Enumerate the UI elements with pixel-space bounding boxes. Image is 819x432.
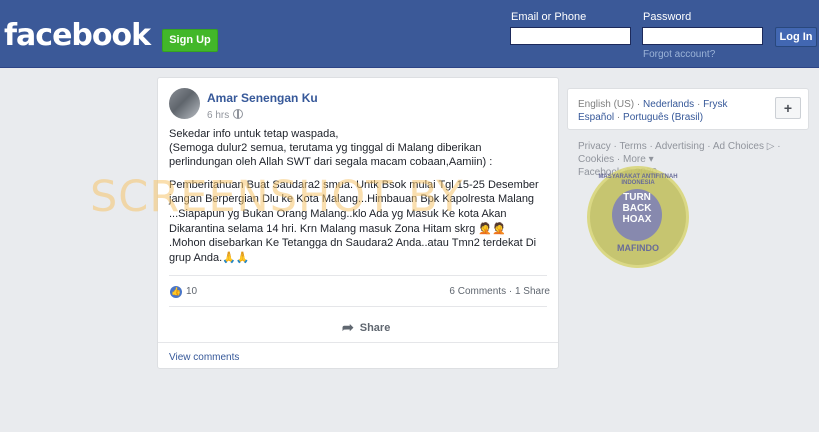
language-frysk[interactable]: Frysk (703, 99, 727, 110)
more-languages-button[interactable]: + (775, 97, 801, 119)
language-espanol[interactable]: Español (578, 112, 614, 123)
post-line-7: Dikarantina selama 14 hri. Krn Malang ma… (169, 222, 506, 237)
avatar[interactable] (169, 88, 200, 119)
post-stats: 6 Comments · 1 Share (449, 286, 550, 297)
mafindo-badge-logo: MASYARAKAT ANTIFITNAH INDONESIA TURN BAC… (587, 166, 689, 268)
email-field[interactable] (510, 27, 631, 45)
password-label: Password (643, 11, 692, 23)
language-list: English (US) · Nederlands · Frysk Españo… (578, 99, 728, 123)
post-author[interactable]: Amar Senengan Ku (207, 91, 318, 105)
post-card: Amar Senengan Ku 6 hrs Sekedar info untu… (157, 77, 559, 369)
like-count[interactable]: 10 (186, 286, 197, 297)
mafindo-text: MAFINDO (617, 243, 659, 253)
post-timestamp[interactable]: 6 hrs (207, 109, 244, 121)
facebook-logo[interactable]: facebook (4, 18, 151, 53)
post-line-1: Sekedar info untuk tetap waspada, (169, 128, 339, 140)
comments-count[interactable]: 6 Comments (449, 286, 506, 297)
badge-top-text: MASYARAKAT ANTIFITNAH INDONESIA (598, 174, 678, 186)
forgot-account-link[interactable]: Forgot account? (643, 49, 715, 60)
post-line-3: perlindungan oleh Allah SWT dari segala … (169, 156, 493, 168)
sign-up-button[interactable]: Sign Up (162, 29, 218, 52)
post-time[interactable]: 6 hrs (207, 110, 229, 121)
post-line-8: .Mohon disebarkan Ke Tetangga dn Saudara… (169, 237, 537, 249)
language-portugues[interactable]: Português (Brasil) (623, 112, 703, 123)
divider (169, 275, 547, 276)
top-navigation-bar: facebook Sign Up Email or Phone Password… (0, 0, 819, 68)
divider (169, 306, 547, 307)
screenshot-watermark: SCREENSHOT BY (90, 172, 464, 222)
log-in-button[interactable]: Log In (775, 27, 817, 47)
shares-count[interactable]: 1 Share (515, 286, 550, 297)
like-icon[interactable]: 👍 (170, 286, 182, 298)
view-comments-link[interactable]: View comments (169, 352, 239, 363)
language-selector: English (US) · Nederlands · Frysk Españo… (567, 88, 809, 130)
post-line-9-text: grup Anda. (169, 252, 223, 264)
facepalm-emoji: 🤦🤦 (478, 223, 506, 235)
footer-line-1[interactable]: Privacy · Terms · Advertising · Ad Choic… (578, 140, 808, 153)
footer-line-2[interactable]: Cookies · More ▾ (578, 153, 808, 166)
post-line-9: grup Anda.🙏🙏 (169, 251, 250, 266)
divider (158, 342, 558, 343)
share-arrow-icon: ➦ (342, 319, 354, 335)
praying-hands-emoji: 🙏🙏 (222, 252, 250, 264)
globe-icon (233, 109, 244, 119)
language-nederlands[interactable]: Nederlands (643, 99, 694, 110)
share-button[interactable]: ➦ Share (342, 319, 390, 336)
post-line-2: (Semoga dulur2 semua, terutama yg tingga… (169, 142, 482, 154)
password-field[interactable] (642, 27, 763, 45)
turn-back-hoax-text: TURN BACK HOAX (612, 189, 662, 241)
post-line-7-text: Dikarantina selama 14 hri. Krn Malang ma… (169, 223, 476, 235)
email-label: Email or Phone (511, 11, 587, 23)
share-label: Share (359, 322, 391, 334)
language-english[interactable]: English (US) (578, 99, 634, 110)
